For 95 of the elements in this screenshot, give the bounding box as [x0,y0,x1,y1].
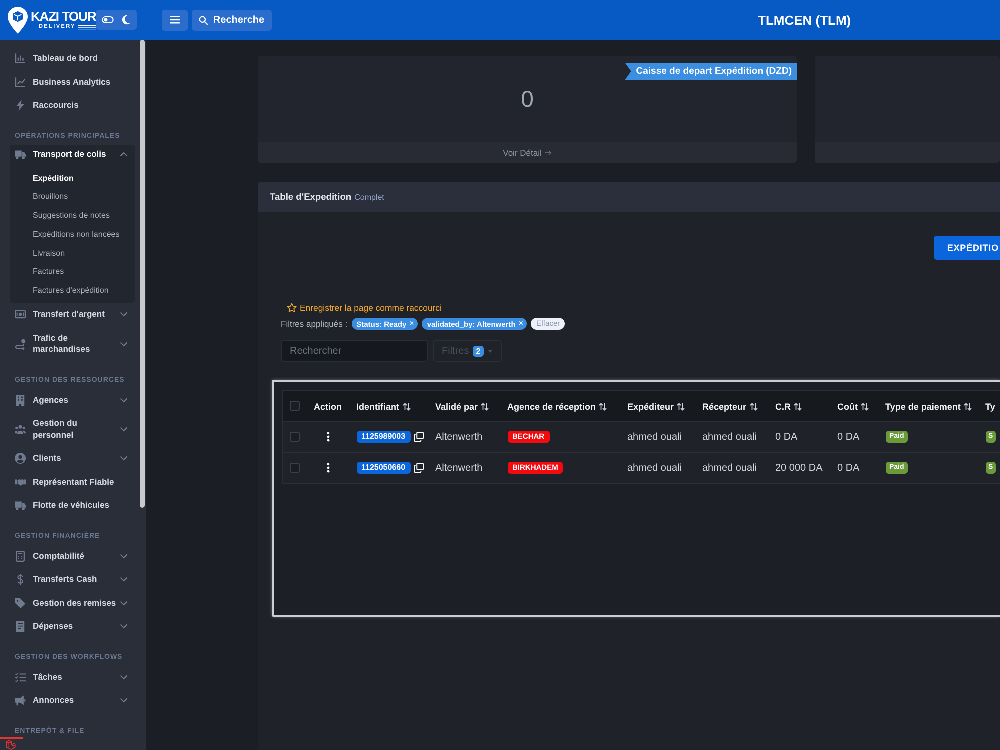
sidebar-item[interactable]: Comptabilité [0,544,146,568]
table-cell: 0 DA [830,422,878,452]
table-cell: ahmed ouali [620,422,696,452]
copy-icon[interactable] [414,463,424,473]
sidebar-item[interactable]: Transferts Cash [0,568,146,592]
sidebar-item[interactable]: Flotte de véhicules [0,494,146,518]
submenu-item[interactable]: Factures [10,263,135,282]
submenu-item[interactable]: Expéditions non lancées [10,226,135,245]
banknote-icon [15,309,26,320]
building-icon [15,394,26,406]
sidebar-item[interactable]: Agences [0,388,146,412]
table-cell: 20 000 DA [768,452,830,484]
table-cell: Altenwerth [428,422,500,452]
submenu-item[interactable]: Suggestions de notes [10,207,135,226]
submenu-item[interactable]: Expédition [10,170,135,188]
arrow-right-icon [544,150,552,156]
chart-icon [15,53,26,64]
shortcut-link[interactable]: Enregistrer la page comme raccourci [287,302,442,314]
sidebar-item[interactable]: Transfert d'argent [0,303,146,327]
panel-title: Table d'Expedition [270,192,352,202]
toggle-icon[interactable] [102,16,114,24]
sort-icon [861,403,869,411]
expedition-button[interactable]: EXPÉDITIO [934,236,1000,260]
route-icon [15,338,26,350]
sidebar-item[interactable]: Annonces [0,689,146,713]
table-cell: ahmed ouali [620,452,696,484]
sidebar-item[interactable]: Tâches [0,666,146,690]
kebab-menu-icon[interactable] [326,463,330,473]
column-header[interactable]: Ty [986,402,996,412]
sort-icon [750,403,758,411]
checkbox[interactable] [290,432,300,442]
id-tag: 1125989003 [356,431,411,443]
truck-icon [15,500,26,512]
checkbox[interactable] [290,462,300,473]
submenu-item[interactable]: Livraison [10,244,135,264]
brand-name: KAZI TOUR [31,10,96,24]
sidebar-item[interactable]: Transport de colis [10,144,135,164]
detail-link[interactable]: Voir Détail [503,148,552,158]
submenu-item[interactable]: Factures d'expédition [10,282,135,302]
receipt-icon [15,621,26,632]
count-badge: 2 [473,346,484,356]
table-cell: 0 DA [768,422,830,452]
stripes-icon [78,24,96,30]
truck-icon [15,149,26,160]
search-button[interactable]: Recherche [192,10,272,30]
sort-icon [599,403,608,411]
tag-icon [15,598,26,609]
menu-button[interactable] [162,10,188,30]
sidebar-item[interactable]: Représentant Fiable [0,470,146,494]
sort-icon [402,403,410,411]
search-icon [199,16,208,24]
sidebar-item[interactable]: Raccourcis [0,94,146,118]
sort-icon [964,403,972,411]
sidebar-item[interactable]: Tableau de bord [0,47,146,70]
sidebar-item[interactable]: Dépenses [0,615,146,639]
id-tag: 1125050660 [356,462,411,474]
sidebar-item[interactable]: Gestion du personnel [0,412,146,448]
search-field[interactable]: Rechercher [281,340,428,362]
moon-icon[interactable] [122,15,132,25]
column-header[interactable]: C.R [776,402,802,412]
scrollbar-thumb[interactable] [140,40,145,508]
sort-icon [794,403,802,411]
sort-icon [677,403,686,411]
pin-icon [8,6,28,34]
star-icon [287,303,297,313]
megaphone-icon [15,695,26,706]
stat-value: 0 [521,86,534,112]
card-ribbon: Caisse de depart Expédition (DZD) [625,63,797,80]
dollar-icon [15,574,26,586]
checkbox[interactable] [290,400,300,411]
table-cell: ahmed ouali [696,452,768,484]
sidebar-item[interactable]: Clients [0,447,146,471]
kebab-menu-icon[interactable] [326,432,330,442]
line-chart-icon [15,76,26,88]
calculator-icon [15,550,26,562]
checklist-icon [15,672,26,683]
table-cell: ahmed ouali [696,422,768,452]
sidebar-item[interactable]: Trafic de marchandises [0,326,146,362]
menu-icon [170,16,180,24]
users-icon [15,424,26,436]
sidebar-item[interactable]: Business Analytics [0,70,146,94]
sort-icon [481,403,490,411]
filters-label: Filtres appliqués : [281,319,348,329]
debug-toggle-button[interactable] [0,737,23,750]
submenu-item[interactable]: Brouillons [10,188,135,208]
handshake-icon [15,476,26,488]
table-cell: 0 DA [830,452,878,484]
location-title: TLMCEN (TLM) [758,12,852,28]
table-cell: Altenwerth [428,452,500,484]
caret-icon [488,350,493,352]
panel-subtitle: Complet [354,192,384,202]
cube-icon [6,740,16,750]
bolt-icon [15,100,26,112]
sidebar-item[interactable]: Gestion des remises [0,592,146,616]
copy-icon[interactable] [414,432,424,442]
